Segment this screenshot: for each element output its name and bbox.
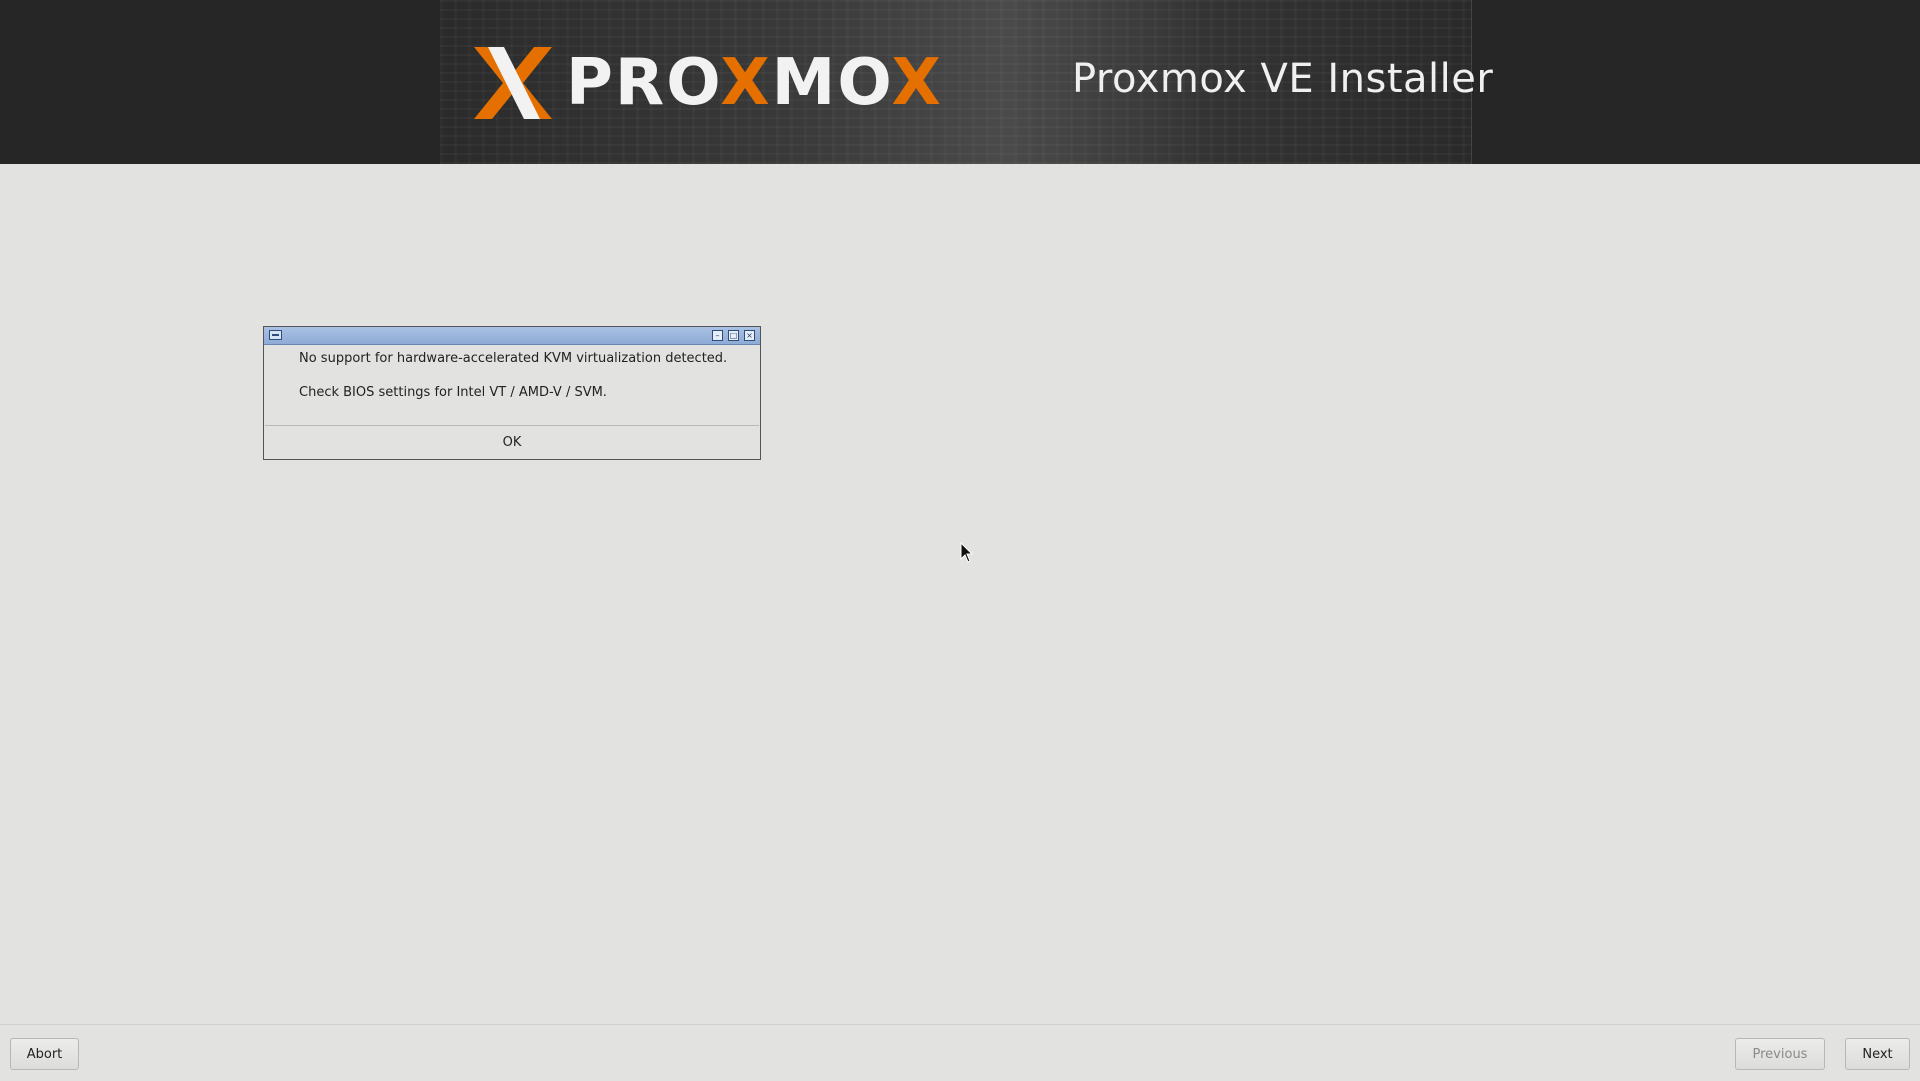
maximize-icon[interactable]: □: [728, 330, 739, 341]
installer-footer: Abort Previous Next: [0, 1024, 1920, 1081]
ok-button[interactable]: OK: [265, 425, 759, 458]
close-icon[interactable]: ×: [744, 330, 755, 341]
logo-wordmark: PROXMOX: [566, 40, 943, 126]
installer-title: Proxmox VE Installer: [1072, 56, 1494, 102]
logo-letter-x-end: X: [891, 46, 943, 120]
window-menu-icon[interactable]: [269, 330, 282, 340]
dialog-message-line-1: No support for hardware-accelerated KVM …: [299, 351, 728, 366]
logo-word-mo: MO: [771, 46, 892, 120]
mouse-pointer-icon: [960, 542, 974, 563]
abort-button[interactable]: Abort: [10, 1038, 79, 1070]
installer-header: PROXMOX Proxmox VE Installer: [0, 0, 1920, 164]
dialog-body: No support for hardware-accelerated KVM …: [264, 345, 760, 433]
previous-button[interactable]: Previous: [1735, 1038, 1825, 1070]
next-button[interactable]: Next: [1845, 1038, 1910, 1070]
logo-word-pro: PRO: [566, 46, 721, 120]
dialog-titlebar[interactable]: – □ ×: [264, 327, 760, 345]
minimize-icon[interactable]: –: [712, 330, 723, 341]
logo-letter-x: X: [720, 46, 772, 120]
dialog-message-line-2: Check BIOS settings for Intel VT / AMD-V…: [299, 385, 607, 400]
proxmox-logo: PROXMOX: [470, 40, 943, 126]
proxmox-x-icon: [474, 47, 552, 119]
kvm-warning-dialog: – □ × No support for hardware-accelerate…: [263, 326, 761, 460]
